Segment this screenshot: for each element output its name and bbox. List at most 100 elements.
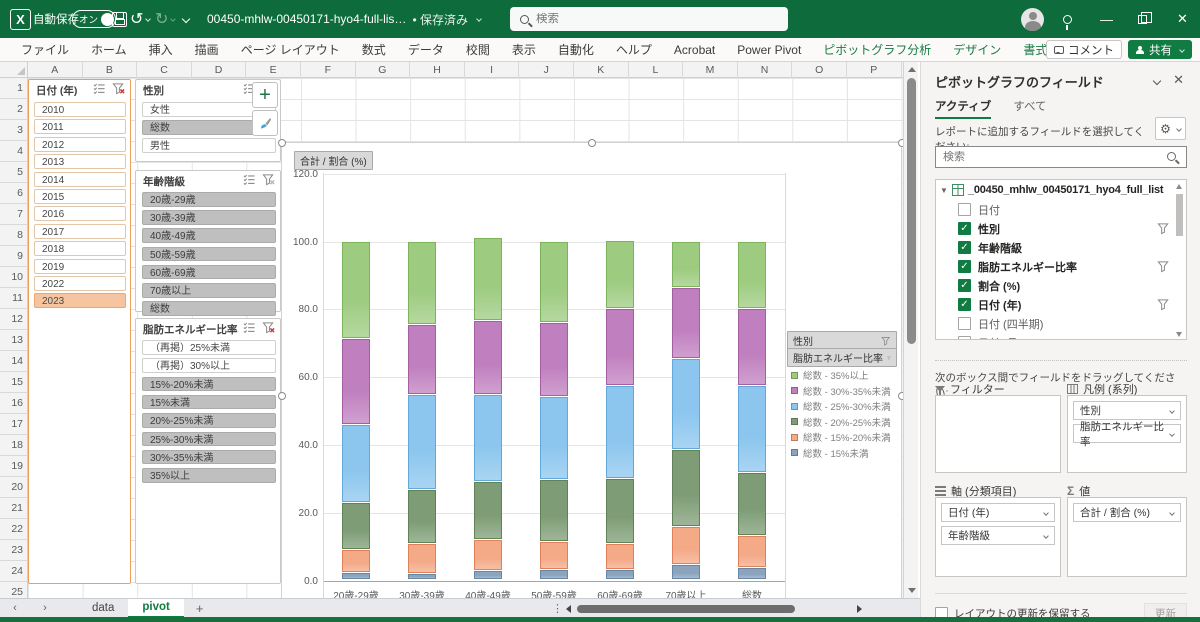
collapse-icon[interactable]: ▼ [940, 186, 948, 195]
bar-segment-総数-総数 - 20%-25%未満[interactable] [738, 473, 766, 535]
legend-drop-zone[interactable]: 性別脂肪エネルギー比率 [1067, 395, 1187, 473]
bar-segment-70歳以上-総数 - 15%未満[interactable] [672, 565, 700, 580]
bar-segment-60歳-69歳-総数 - 25%-30%未満[interactable] [606, 386, 634, 478]
slicer-item-2013[interactable]: 2013 [34, 154, 126, 169]
undo-icon[interactable]: ↺ [130, 0, 150, 38]
sheet-tab-data[interactable]: data [78, 599, 128, 618]
ribbon-tab-ヘルプ[interactable]: ヘルプ [605, 38, 663, 61]
field-checkbox[interactable]: ✓ [958, 298, 971, 311]
bar-segment-60歳-69歳-総数 - 30%-35%未満[interactable] [606, 309, 634, 385]
bar-segment-20歳-29歳-総数 - 15%未満[interactable] [342, 573, 370, 579]
slicer-item-2019[interactable]: 2019 [34, 259, 126, 274]
row-header-13[interactable]: 13 [0, 330, 28, 351]
slicer-item-15%-20%未満[interactable]: 15%-20%未満 [142, 377, 276, 392]
slicer-item-20%-25%未満[interactable]: 20%-25%未満 [142, 413, 276, 428]
close-button[interactable]: ✕ [1177, 0, 1188, 38]
row-header-24[interactable]: 24 [0, 561, 28, 582]
field-row-日付[interactable]: 日付 [936, 200, 1186, 219]
ribbon-tab-ホーム[interactable]: ホーム [80, 38, 138, 61]
pane-close-icon[interactable]: ✕ [1173, 72, 1184, 88]
scroll-right-icon[interactable] [857, 605, 862, 613]
bar-segment-20歳-29歳-総数 - 20%-25%未満[interactable] [342, 503, 370, 549]
bar-segment-60歳-69歳-総数 - 15%-20%未満[interactable] [606, 544, 634, 569]
clear-filter-icon[interactable] [112, 82, 125, 98]
chart-selection-handle[interactable] [588, 139, 596, 147]
slicer-item-70歳以上[interactable]: 70歳以上 [142, 283, 276, 298]
field-row-割合 (%)[interactable]: ✓割合 (%) [936, 276, 1186, 295]
bar-segment-50歳-59歳-総数 - 15%-20%未満[interactable] [540, 542, 568, 569]
ribbon-tab-描画[interactable]: 描画 [184, 38, 230, 61]
slicer-item-2010[interactable]: 2010 [34, 102, 126, 117]
bar-segment-70歳以上-総数 - 15%-20%未満[interactable] [672, 527, 700, 564]
bar-segment-30歳-39歳-総数 - 35%以上[interactable] [408, 242, 436, 325]
bar-segment-70歳以上-総数 - 30%-35%未満[interactable] [672, 288, 700, 358]
horizontal-scroll-thumb[interactable] [577, 605, 795, 613]
scroll-down-icon[interactable] [908, 588, 916, 593]
area-chip-性別[interactable]: 性別 [1073, 401, 1181, 420]
bar-segment-50歳-59歳-総数 - 20%-25%未満[interactable] [540, 480, 568, 541]
field-checkbox[interactable] [958, 336, 971, 340]
bar-segment-50歳-59歳-総数 - 25%-30%未満[interactable] [540, 397, 568, 479]
slicer-item-（再掲）25%未満[interactable]: （再掲）25%未満 [142, 340, 276, 355]
chart-selection-handle[interactable] [898, 139, 903, 147]
field-row-日付 (四半期)[interactable]: 日付 (四半期) [936, 314, 1186, 333]
bar-segment-20歳-29歳-総数 - 35%以上[interactable] [342, 242, 370, 338]
bar-segment-50歳-59歳-総数 - 30%-35%未満[interactable] [540, 323, 568, 396]
value-field-button[interactable]: 合計 / 割合 (%) [294, 151, 373, 170]
tab-active[interactable]: アクティブ [935, 98, 991, 119]
slicer-脂肪エネルギー比率[interactable]: 脂肪エネルギー比率（再掲）25%未満（再掲）30%以上15%-20%未満15%未… [135, 318, 281, 584]
ribbon-tab-Power Pivot[interactable]: Power Pivot [726, 40, 812, 60]
bar-segment-50歳-59歳-総数 - 35%以上[interactable] [540, 242, 568, 322]
bar-segment-40歳-49歳-総数 - 20%-25%未満[interactable] [474, 482, 502, 539]
slicer-item-2014[interactable]: 2014 [34, 172, 126, 187]
field-table-header[interactable]: ▼ _00450_mhlw_00450171_hyo4_full_list [936, 180, 1186, 200]
prev-sheet-icon[interactable]: ‹ [0, 602, 30, 614]
column-header-H[interactable]: H [410, 62, 465, 78]
bar-segment-70歳以上-総数 - 35%以上[interactable] [672, 242, 700, 287]
account-avatar[interactable] [1021, 0, 1044, 38]
multiselect-icon[interactable] [243, 173, 256, 189]
field-row-日付 (月)[interactable]: 日付 (月) [936, 333, 1186, 340]
row-header-9[interactable]: 9 [0, 246, 28, 267]
field-checkbox[interactable] [958, 203, 971, 216]
row-header-25[interactable]: 25 [0, 582, 28, 598]
quick-access-more-icon[interactable] [183, 0, 189, 38]
bar-segment-40歳-49歳-総数 - 15%未満[interactable] [474, 571, 502, 580]
ribbon-tab-自動化[interactable]: 自動化 [547, 38, 605, 61]
row-header-23[interactable]: 23 [0, 540, 28, 561]
autosave-toggle[interactable]: オン [72, 0, 116, 38]
row-header-20[interactable]: 20 [0, 477, 28, 498]
tab-overflow-icon[interactable]: ⋮ [552, 602, 563, 615]
bar-segment-40歳-49歳-総数 - 25%-30%未満[interactable] [474, 395, 502, 481]
fields-search-input[interactable] [936, 151, 1167, 163]
column-header-A[interactable]: A [28, 62, 83, 78]
document-title[interactable]: 00450-mhlw-00450171-hyo4-full-lis… • 保存済… [207, 0, 481, 38]
field-checkbox[interactable]: ✓ [958, 260, 971, 273]
column-header-O[interactable]: O [792, 62, 847, 78]
ribbon-tab-挿入[interactable]: 挿入 [138, 38, 184, 61]
row-header-2[interactable]: 2 [0, 99, 28, 120]
restore-button[interactable] [1138, 0, 1147, 38]
slicer-item-総数[interactable]: 総数 [142, 301, 276, 316]
share-button[interactable]: 共有 [1128, 40, 1192, 59]
row-header-22[interactable]: 22 [0, 519, 28, 540]
area-chip-日付 (年)[interactable]: 日付 (年) [941, 503, 1055, 522]
bar-segment-30歳-39歳-総数 - 15%未満[interactable] [408, 574, 436, 580]
clear-filter-icon[interactable] [262, 321, 275, 337]
column-header-K[interactable]: K [574, 62, 629, 78]
chart-styles-brush-button[interactable] [252, 110, 278, 136]
slicer-item-2023[interactable]: 2023 [34, 293, 126, 308]
row-header-14[interactable]: 14 [0, 351, 28, 372]
slicer-item-2018[interactable]: 2018 [34, 241, 126, 256]
area-chip-合計 / 割合 (%)[interactable]: 合計 / 割合 (%) [1073, 503, 1181, 522]
add-sheet-button[interactable]: + [184, 601, 216, 616]
row-header-17[interactable]: 17 [0, 414, 28, 435]
area-chip-脂肪エネルギー比率[interactable]: 脂肪エネルギー比率 [1073, 424, 1181, 443]
row-header-16[interactable]: 16 [0, 393, 28, 414]
row-header-4[interactable]: 4 [0, 141, 28, 162]
slicer-item-15%未満[interactable]: 15%未満 [142, 395, 276, 410]
column-header-L[interactable]: L [629, 62, 684, 78]
ribbon-tab-ページ レイアウト[interactable]: ページ レイアウト [230, 38, 351, 61]
bar-segment-20歳-29歳-総数 - 30%-35%未満[interactable] [342, 339, 370, 424]
clear-filter-icon[interactable] [262, 173, 275, 189]
